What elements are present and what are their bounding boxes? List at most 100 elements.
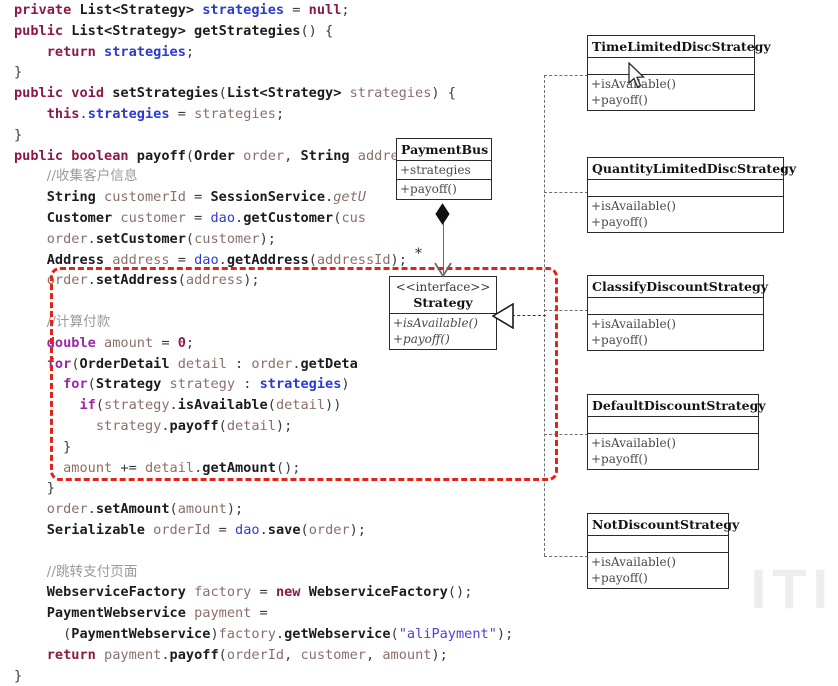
code-token: = (251, 605, 267, 621)
uml-class-notdiscountstrategy[interactable]: NotDiscountStrategy +isAvailable() +payo… (587, 513, 729, 589)
code-token: = (186, 189, 211, 205)
code-token: "aliPayment" (399, 626, 497, 642)
composition-arrowhead-icon (434, 262, 452, 278)
uml-class-paymentbus-attributes: +strategies (397, 161, 491, 180)
code-token (14, 522, 47, 538)
code-token: , (284, 647, 300, 663)
uml-class-defaultdiscountstrategy[interactable]: DefaultDiscountStrategy +isAvailable() +… (587, 394, 759, 470)
code-line: } (14, 478, 560, 499)
code-token: = (284, 2, 309, 18)
code-token: factory (194, 584, 251, 600)
code-line: return strategies; (14, 42, 560, 63)
code-token: strategies (202, 2, 284, 18)
code-line: (PaymentWebservice)factory.getWebservice… (14, 624, 560, 645)
code-token (14, 647, 47, 663)
code-token: Customer (47, 210, 121, 226)
code-line: //跳转支付页面 (14, 562, 560, 583)
code-token: . (80, 106, 88, 122)
code-token: . (88, 231, 96, 247)
code-token: ; (276, 106, 284, 122)
uml-class-quantitylimiteddiscstrategy[interactable]: QuantityLimitedDiscStrategy +isAvailable… (587, 157, 784, 233)
code-line: order.setAmount(amount); (14, 499, 560, 520)
code-token: ); (227, 501, 243, 517)
code-token: . (325, 189, 333, 205)
uml-class-operations: +isAvailable() +payoff() (588, 553, 728, 588)
code-token: payoff (137, 148, 186, 164)
code-token (14, 335, 47, 351)
code-token: orderId (227, 647, 284, 663)
code-token: String (47, 189, 104, 205)
code-token: getCustomer (243, 210, 333, 226)
uml-class-title: ClassifyDiscountStrategy (588, 276, 763, 298)
uml-class-operations: +isAvailable() +payoff() (588, 197, 783, 232)
uml-interface-strategy-title: <<interface>> Strategy (390, 277, 496, 314)
code-token: ) { (431, 85, 456, 101)
code-token (14, 501, 47, 517)
code-token: save (268, 522, 301, 538)
code-token: address (112, 252, 169, 268)
code-token (14, 231, 47, 247)
code-line: } (14, 62, 560, 83)
composition-multiplicity-label: * (415, 246, 422, 262)
uml-class-operations: +isAvailable() +payoff() (588, 434, 758, 469)
code-token: ; (186, 44, 194, 60)
code-token: strategies (194, 106, 276, 122)
uml-stereotype-label: <<interface>> (394, 280, 492, 295)
uml-class-paymentbus-operations: +payoff() (397, 180, 491, 199)
code-line (14, 541, 560, 562)
code-token: List<Strategy> (227, 85, 350, 101)
code-token: = (170, 106, 195, 122)
code-token: WebserviceFactory (47, 584, 194, 600)
code-token: ); (497, 626, 513, 642)
code-token: ( (309, 252, 317, 268)
uml-class-title: QuantityLimitedDiscStrategy (588, 158, 783, 180)
code-token: dao (235, 522, 260, 538)
uml-class-classifydiscountstrategy[interactable]: ClassifyDiscountStrategy +isAvailable() … (587, 275, 764, 351)
uml-operation: +payoff() (591, 332, 760, 348)
uml-class-title: NotDiscountStrategy (588, 514, 728, 536)
code-token: factory (219, 626, 276, 642)
uml-operation: +isAvailable() (591, 316, 760, 332)
code-token: getU (333, 189, 366, 205)
code-token: . (260, 522, 268, 538)
code-token: ( (14, 626, 71, 642)
code-token: String (300, 148, 357, 164)
code-token: = (210, 522, 235, 538)
uml-operation: +isAvailable() (393, 315, 493, 331)
code-token: payoff (170, 647, 219, 663)
uml-class-attributes (588, 58, 754, 75)
code-token: strategies (88, 106, 170, 122)
uml-class-timelimiteddiscstrategy[interactable]: TimeLimitedDiscStrategy +isAvailable() +… (587, 35, 755, 111)
uml-class-paymentbus-title: PaymentBus (397, 139, 491, 161)
code-token: ); (260, 231, 276, 247)
uml-class-attributes (588, 298, 763, 315)
uml-class-operations: +isAvailable() +payoff() (588, 315, 763, 350)
code-line: order.setCustomer(customer); (14, 229, 560, 250)
composition-diamond-icon (435, 203, 450, 225)
code-token (14, 210, 47, 226)
code-token: dao (210, 210, 235, 226)
code-token: ); (350, 522, 366, 538)
realization-branch-2 (544, 192, 588, 193)
realization-branch-5 (544, 556, 588, 557)
code-line: return payment.payoff(orderId, customer,… (14, 645, 560, 666)
code-token: cus (341, 210, 366, 226)
code-token (14, 314, 47, 330)
code-line: } (14, 666, 560, 686)
uml-class-operations: +isAvailable() +payoff() (588, 75, 754, 110)
code-token: (); (448, 584, 473, 600)
code-token: payment (104, 647, 161, 663)
code-token: this (47, 106, 80, 122)
code-token: } (14, 480, 55, 496)
code-token: = (186, 210, 211, 226)
code-token: ) (210, 626, 218, 642)
code-token: amount (382, 647, 431, 663)
code-token: WebserviceFactory (309, 584, 448, 600)
code-token: public boolean (14, 148, 137, 164)
uml-class-paymentbus[interactable]: PaymentBus +strategies +payoff() (396, 138, 492, 200)
uml-interface-strategy-operations: +isAvailable() +payoff() (390, 314, 496, 349)
code-token: ); (431, 647, 447, 663)
code-line: this.strategies = strategies; (14, 104, 560, 125)
uml-interface-strategy[interactable]: <<interface>> Strategy +isAvailable() +p… (389, 276, 497, 350)
code-token: ( (301, 522, 309, 538)
